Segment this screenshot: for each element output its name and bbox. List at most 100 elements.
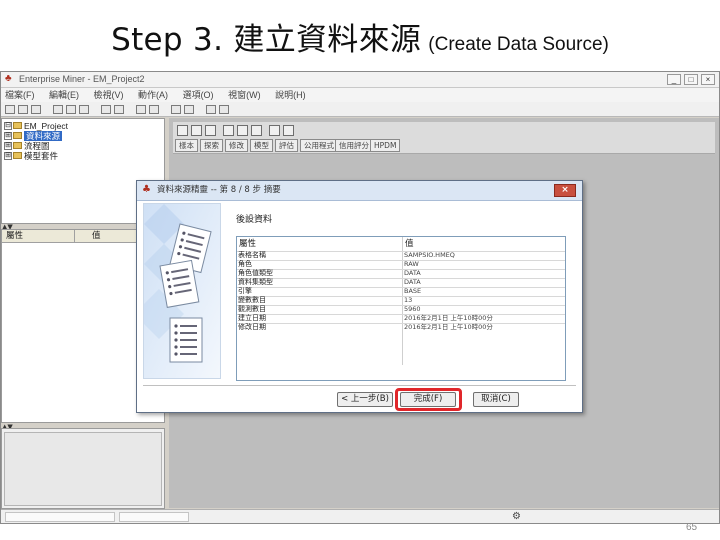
row-value: DATA [404,269,421,277]
tree-item-data-sources[interactable]: ⊞ 資料來源 [4,131,63,141]
row-value: 5960 [404,305,421,313]
app-window-title: Enterprise Miner - EM_Project2 [19,74,145,84]
tab-explore[interactable]: 探索 [200,139,223,152]
toolbar-icon-10[interactable] [149,105,159,114]
toolbar-icon-4[interactable] [53,105,63,114]
node-tool-icon[interactable] [223,125,234,136]
node-tool-icon[interactable] [205,125,216,136]
node-tool-icon[interactable] [177,125,188,136]
tab-credit-scoring[interactable]: 信用評分 [335,139,373,152]
tree-item-label: EM_Project [24,121,68,131]
properties-col-property: 屬性 [6,231,24,241]
new-icon[interactable] [5,105,15,114]
tab-hpdm[interactable]: HPDM [370,139,401,152]
slide-title-main: Step 3. 建立資料來源 [111,22,422,58]
table-row: 角色值類型 DATA [237,269,565,278]
tree-item-label: 流程圖 [24,141,50,151]
back-button[interactable]: < 上一步(B) [337,392,393,407]
help-panel-content [4,432,162,506]
row-key: 角色 [238,260,252,268]
toolbar-icon-6[interactable] [79,105,89,114]
table-row: 變數數目 13 [237,296,565,305]
table-row: 建立日期 2016年2月1日 上午10時00分 [237,314,565,323]
folder-icon [13,132,22,139]
collapse-icon[interactable]: ⊟ [4,122,12,130]
table-row: 引擎 BASE [237,287,565,296]
wizard-titlebar: ♣ 資料來源精靈 -- 第 8 / 8 步 摘要 × [137,181,582,201]
save-icon[interactable] [31,105,41,114]
menu-options[interactable]: 選項(O) [183,90,214,100]
node-tool-icon[interactable] [237,125,248,136]
status-cell [5,512,115,522]
row-key: 資料集類型 [238,278,273,286]
folder-icon [13,122,22,129]
tree-item-project[interactable]: ⊟ EM_Project [4,121,68,131]
table-row: 修改日期 2016年2月1日 上午10時00分 [237,323,565,332]
document-stack-illustration [143,203,221,379]
open-icon[interactable] [18,105,28,114]
folder-icon [13,152,22,159]
menu-action[interactable]: 動作(A) [138,90,168,100]
menu-edit[interactable]: 編輯(E) [49,90,79,100]
tree-item-label: 資料來源 [24,131,63,141]
toolbar-icon-12[interactable] [184,105,194,114]
tree-item-diagrams[interactable]: ⊞ 流程圖 [4,141,50,151]
metadata-section-label: 後設資料 [236,215,273,225]
menu-help[interactable]: 說明(H) [275,90,306,100]
tab-assess[interactable]: 評估 [275,139,298,152]
toolbar-icon-11[interactable] [171,105,181,114]
row-value: SAMPSIO.HMEQ [404,251,455,259]
close-window-button[interactable]: × [701,74,715,85]
stop-icon[interactable] [114,105,124,114]
expand-icon[interactable]: ⊞ [4,132,12,140]
status-bar: ⚙ [1,509,719,523]
wizard-close-button[interactable]: × [554,184,576,197]
node-tool-icon[interactable] [269,125,280,136]
table-row: 角色 RAW [237,260,565,269]
menu-bar: 檔案(F) 編輯(E) 檢視(V) 動作(A) 選項(O) 視窗(W) 說明(H… [1,88,719,102]
row-value: BASE [404,287,422,295]
status-cell [119,512,189,522]
minimize-button[interactable]: _ [667,74,681,85]
toolbar-icon-9[interactable] [136,105,146,114]
metadata-table: 屬性 值 表格名稱 SAMPSIO.HMEQ 角色 RAW 角色值類型 DATA 資料… [236,236,566,381]
tab-sample[interactable]: 樣本 [175,139,198,152]
table-row: 觀測數目 5960 [237,305,565,314]
tree-item-model-packages[interactable]: ⊞ 模型套件 [4,151,58,161]
expand-icon[interactable]: ⊞ [4,142,12,150]
wizard-title: 資料來源精靈 -- 第 8 / 8 步 摘要 [157,185,281,195]
help-panel [1,428,165,509]
tab-utility[interactable]: 公用程式 [300,139,338,152]
toolbar-icon-5[interactable] [66,105,76,114]
expand-icon[interactable]: ⊞ [4,152,12,160]
run-icon[interactable] [101,105,111,114]
toolbar-icon-13[interactable] [206,105,216,114]
row-key: 建立日期 [238,314,266,322]
main-toolbar [1,102,719,117]
tab-modify[interactable]: 修改 [225,139,248,152]
menu-window[interactable]: 視窗(W) [228,90,261,100]
cancel-button[interactable]: 取消(C) [473,392,519,407]
node-tool-icon[interactable] [283,125,294,136]
row-value: 2016年2月1日 上午10時00分 [404,314,493,322]
properties-col-value: 值 [92,231,101,241]
row-value: DATA [404,278,421,286]
table-row: 資料集類型 DATA [237,278,565,287]
row-key: 變數數目 [238,296,266,304]
slide-title-sub: (Create Data Source) [428,34,609,55]
app-titlebar: ♣ Enterprise Miner - EM_Project2 _ □ × [1,72,719,88]
toolbar-icon-14[interactable] [219,105,229,114]
menu-file[interactable]: 檔案(F) [5,90,35,100]
column-divider [74,230,75,243]
app-icon: ♣ [5,73,12,84]
table-row: 表格名稱 SAMPSIO.HMEQ [237,251,565,260]
row-key: 觀測數目 [238,305,266,313]
menu-view[interactable]: 檢視(V) [94,90,124,100]
page-number: 65 [686,522,698,533]
node-tool-icon[interactable] [191,125,202,136]
row-value: RAW [404,260,419,268]
node-tool-icon[interactable] [251,125,262,136]
tab-model[interactable]: 模型 [250,139,273,152]
settings-gear-icon[interactable]: ⚙ [512,511,521,522]
maximize-button[interactable]: □ [684,74,698,85]
